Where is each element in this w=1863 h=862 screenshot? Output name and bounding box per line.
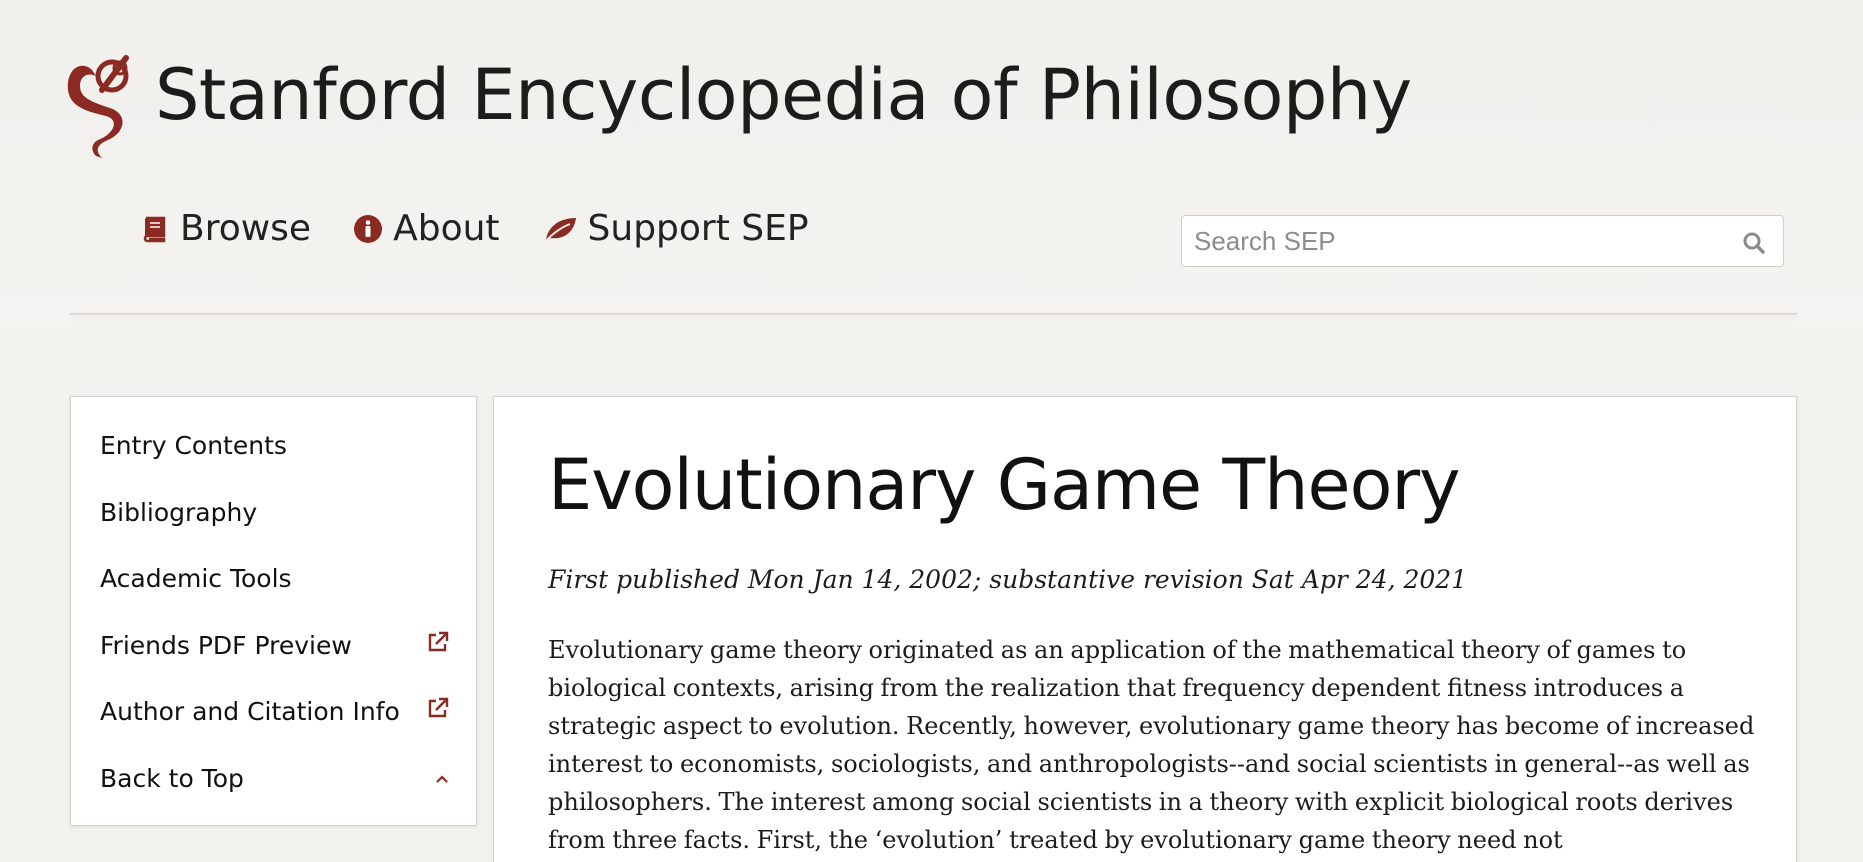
leaf-icon bbox=[542, 214, 578, 244]
sidebar-item-label: Entry Contents bbox=[100, 430, 287, 460]
entry-preamble: Evolutionary game theory originated as a… bbox=[548, 636, 1755, 854]
sidebar-item-label: Friends PDF Preview bbox=[100, 630, 352, 660]
sidebar-item-bibliography[interactable]: Bibliography bbox=[100, 492, 450, 532]
sidebar-item-author-citation-info[interactable]: Author and Citation Info bbox=[100, 691, 450, 731]
site-title[interactable]: Stanford Encyclopedia of Philosophy bbox=[155, 50, 1412, 141]
publication-info: First published Mon Jan 14, 2002; substa… bbox=[548, 565, 1468, 594]
main-nav: Browse About Support SEP bbox=[140, 208, 809, 249]
sidebar-item-label: Bibliography bbox=[100, 497, 258, 527]
nav-browse-label: Browse bbox=[180, 208, 312, 249]
info-circle-icon bbox=[353, 214, 383, 244]
entry-main-panel: Evolutionary Game Theory First published… bbox=[493, 396, 1797, 862]
nav-support-sep[interactable]: Support SEP bbox=[542, 208, 809, 249]
book-icon bbox=[140, 214, 170, 244]
nav-browse[interactable]: Browse bbox=[140, 208, 311, 249]
sidebar-item-entry-contents[interactable]: Entry Contents bbox=[100, 425, 450, 465]
nav-about[interactable]: About bbox=[353, 208, 500, 249]
entry-title: Evolutionary Game Theory bbox=[548, 444, 1461, 526]
external-link-icon bbox=[426, 630, 450, 660]
search-box bbox=[1181, 215, 1784, 267]
sidebar-item-friends-pdf-preview[interactable]: Friends PDF Preview bbox=[100, 625, 450, 665]
site-header: Stanford Encyclopedia of Philosophy Brow… bbox=[0, 0, 1863, 330]
sidebar-panel: Entry Contents Bibliography Academic Too… bbox=[70, 396, 477, 826]
sidebar-item-back-to-top[interactable]: Back to Top bbox=[100, 758, 450, 798]
nav-about-label: About bbox=[393, 208, 500, 249]
sidebar-item-label: Back to Top bbox=[100, 763, 244, 793]
sidebar-item-academic-tools[interactable]: Academic Tools bbox=[100, 558, 450, 598]
chevron-up-icon bbox=[434, 764, 450, 793]
sidebar-item-label: Academic Tools bbox=[100, 563, 292, 593]
nav-support-label: Support SEP bbox=[587, 208, 809, 249]
sep-logo-icon[interactable] bbox=[62, 50, 142, 160]
sidebar-item-label: Author and Citation Info bbox=[100, 696, 400, 726]
search-icon[interactable] bbox=[1739, 228, 1769, 258]
external-link-icon bbox=[426, 696, 450, 726]
search-input[interactable] bbox=[1182, 216, 1722, 266]
header-divider bbox=[70, 313, 1797, 315]
